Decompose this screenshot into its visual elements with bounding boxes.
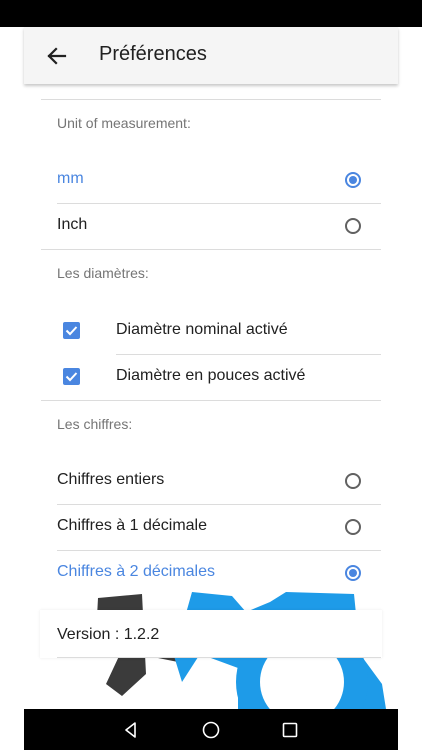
option-two-decimals[interactable]: Chiffres à 2 décimales [41,550,381,596]
right-margin [398,27,422,750]
navigation-bar [24,709,398,750]
page-title: Préférences [99,43,207,65]
left-margin [0,27,24,750]
nav-recents-button[interactable] [279,719,301,741]
arrow-back-icon [47,47,67,65]
radio-two-decimals[interactable] [345,565,361,581]
status-bar [0,0,422,27]
preferences-list[interactable]: Unit of measurement: mm Inch Les diamètr… [24,84,398,709]
option-label: Chiffres à 2 décimales [57,563,215,580]
app-bar: Préférences [24,27,398,84]
back-button[interactable] [44,43,70,69]
nav-home-button[interactable] [200,719,222,741]
version-label: Version : 1.2.2 [57,626,160,643]
square-recents-icon [282,722,298,738]
version-box: Version : 1.2.2 [40,610,382,658]
divider [57,657,381,658]
nav-back-button[interactable] [120,719,142,741]
triangle-back-icon [125,722,136,738]
circle-home-icon [202,721,220,739]
